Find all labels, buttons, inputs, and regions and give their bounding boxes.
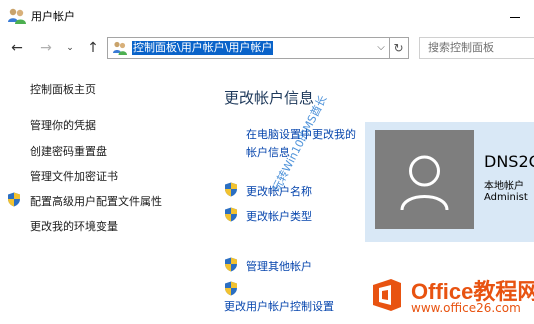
user-accounts-icon (113, 41, 127, 55)
account-role: Administ (484, 192, 528, 203)
account-type: 本地帐户 (484, 181, 524, 192)
recent-locations-chevron-icon[interactable]: ⌄ (61, 39, 79, 57)
title-bar: 用户帐户 (0, 0, 534, 32)
back-arrow-icon[interactable]: ← (8, 39, 26, 57)
address-path[interactable]: 控制面板\用户帐户\用户帐户 (132, 41, 274, 55)
sidebar-item-password-reset-disk[interactable]: 创建密码重置盘 (30, 143, 107, 159)
user-name: DNS2C (484, 152, 534, 171)
uac-shield-icon (225, 281, 237, 296)
forward-arrow-icon[interactable]: → (37, 39, 55, 57)
sidebar-item-manage-credentials[interactable]: 管理你的凭据 (30, 117, 96, 133)
chevron-down-icon[interactable]: ⌵ (374, 41, 388, 55)
search-input[interactable]: 搜索控制面板 (419, 37, 534, 59)
window-title: 用户帐户 (31, 10, 75, 23)
user-account-panel: DNS2C 本地帐户 Administ (365, 122, 534, 242)
sidebar-item-encryption-certificates[interactable]: 管理文件加密证书 (30, 168, 118, 184)
uac-shield-icon (225, 182, 237, 197)
watermark-url: www.office26.com (411, 301, 521, 315)
sidebar-item-advanced-profile-properties[interactable]: 配置高级用户配置文件属性 (30, 193, 162, 209)
sidebar-item-home[interactable]: 控制面板主页 (30, 81, 96, 97)
sidebar-item-environment-variables[interactable]: 更改我的环境变量 (30, 218, 118, 234)
page-title: 更改帐户信息 (224, 89, 315, 107)
up-arrow-icon[interactable]: ↑ (84, 39, 102, 57)
refresh-icon[interactable]: ↻ (389, 37, 409, 59)
navigation-bar: ← → ⌄ ↑ 控制面板\用户帐户\用户帐户 ⌵ ↻ 搜索控制面板 (0, 32, 534, 64)
address-bar[interactable]: 控制面板\用户帐户\用户帐户 ⌵ (107, 37, 390, 59)
uac-settings-link[interactable]: 更改用户帐户控制设置 (224, 298, 334, 314)
uac-shield-icon (225, 257, 237, 272)
minimize-button[interactable] (492, 6, 534, 26)
user-silhouette-icon (400, 155, 449, 211)
office-logo-icon (373, 279, 401, 311)
office-watermark-logo: Office教程网 www.office26.com (369, 272, 534, 324)
user-accounts-icon (8, 8, 26, 24)
change-account-type-link[interactable]: 更改帐户类型 (246, 208, 312, 224)
sidebar: 控制面板主页 管理你的凭据 创建密码重置盘 管理文件加密证书 配置高级用户配置文… (0, 64, 205, 324)
manage-other-accounts-link[interactable]: 管理其他帐户 (246, 258, 312, 274)
uac-shield-icon (225, 207, 237, 222)
uac-shield-icon (8, 192, 20, 207)
avatar (375, 130, 474, 229)
